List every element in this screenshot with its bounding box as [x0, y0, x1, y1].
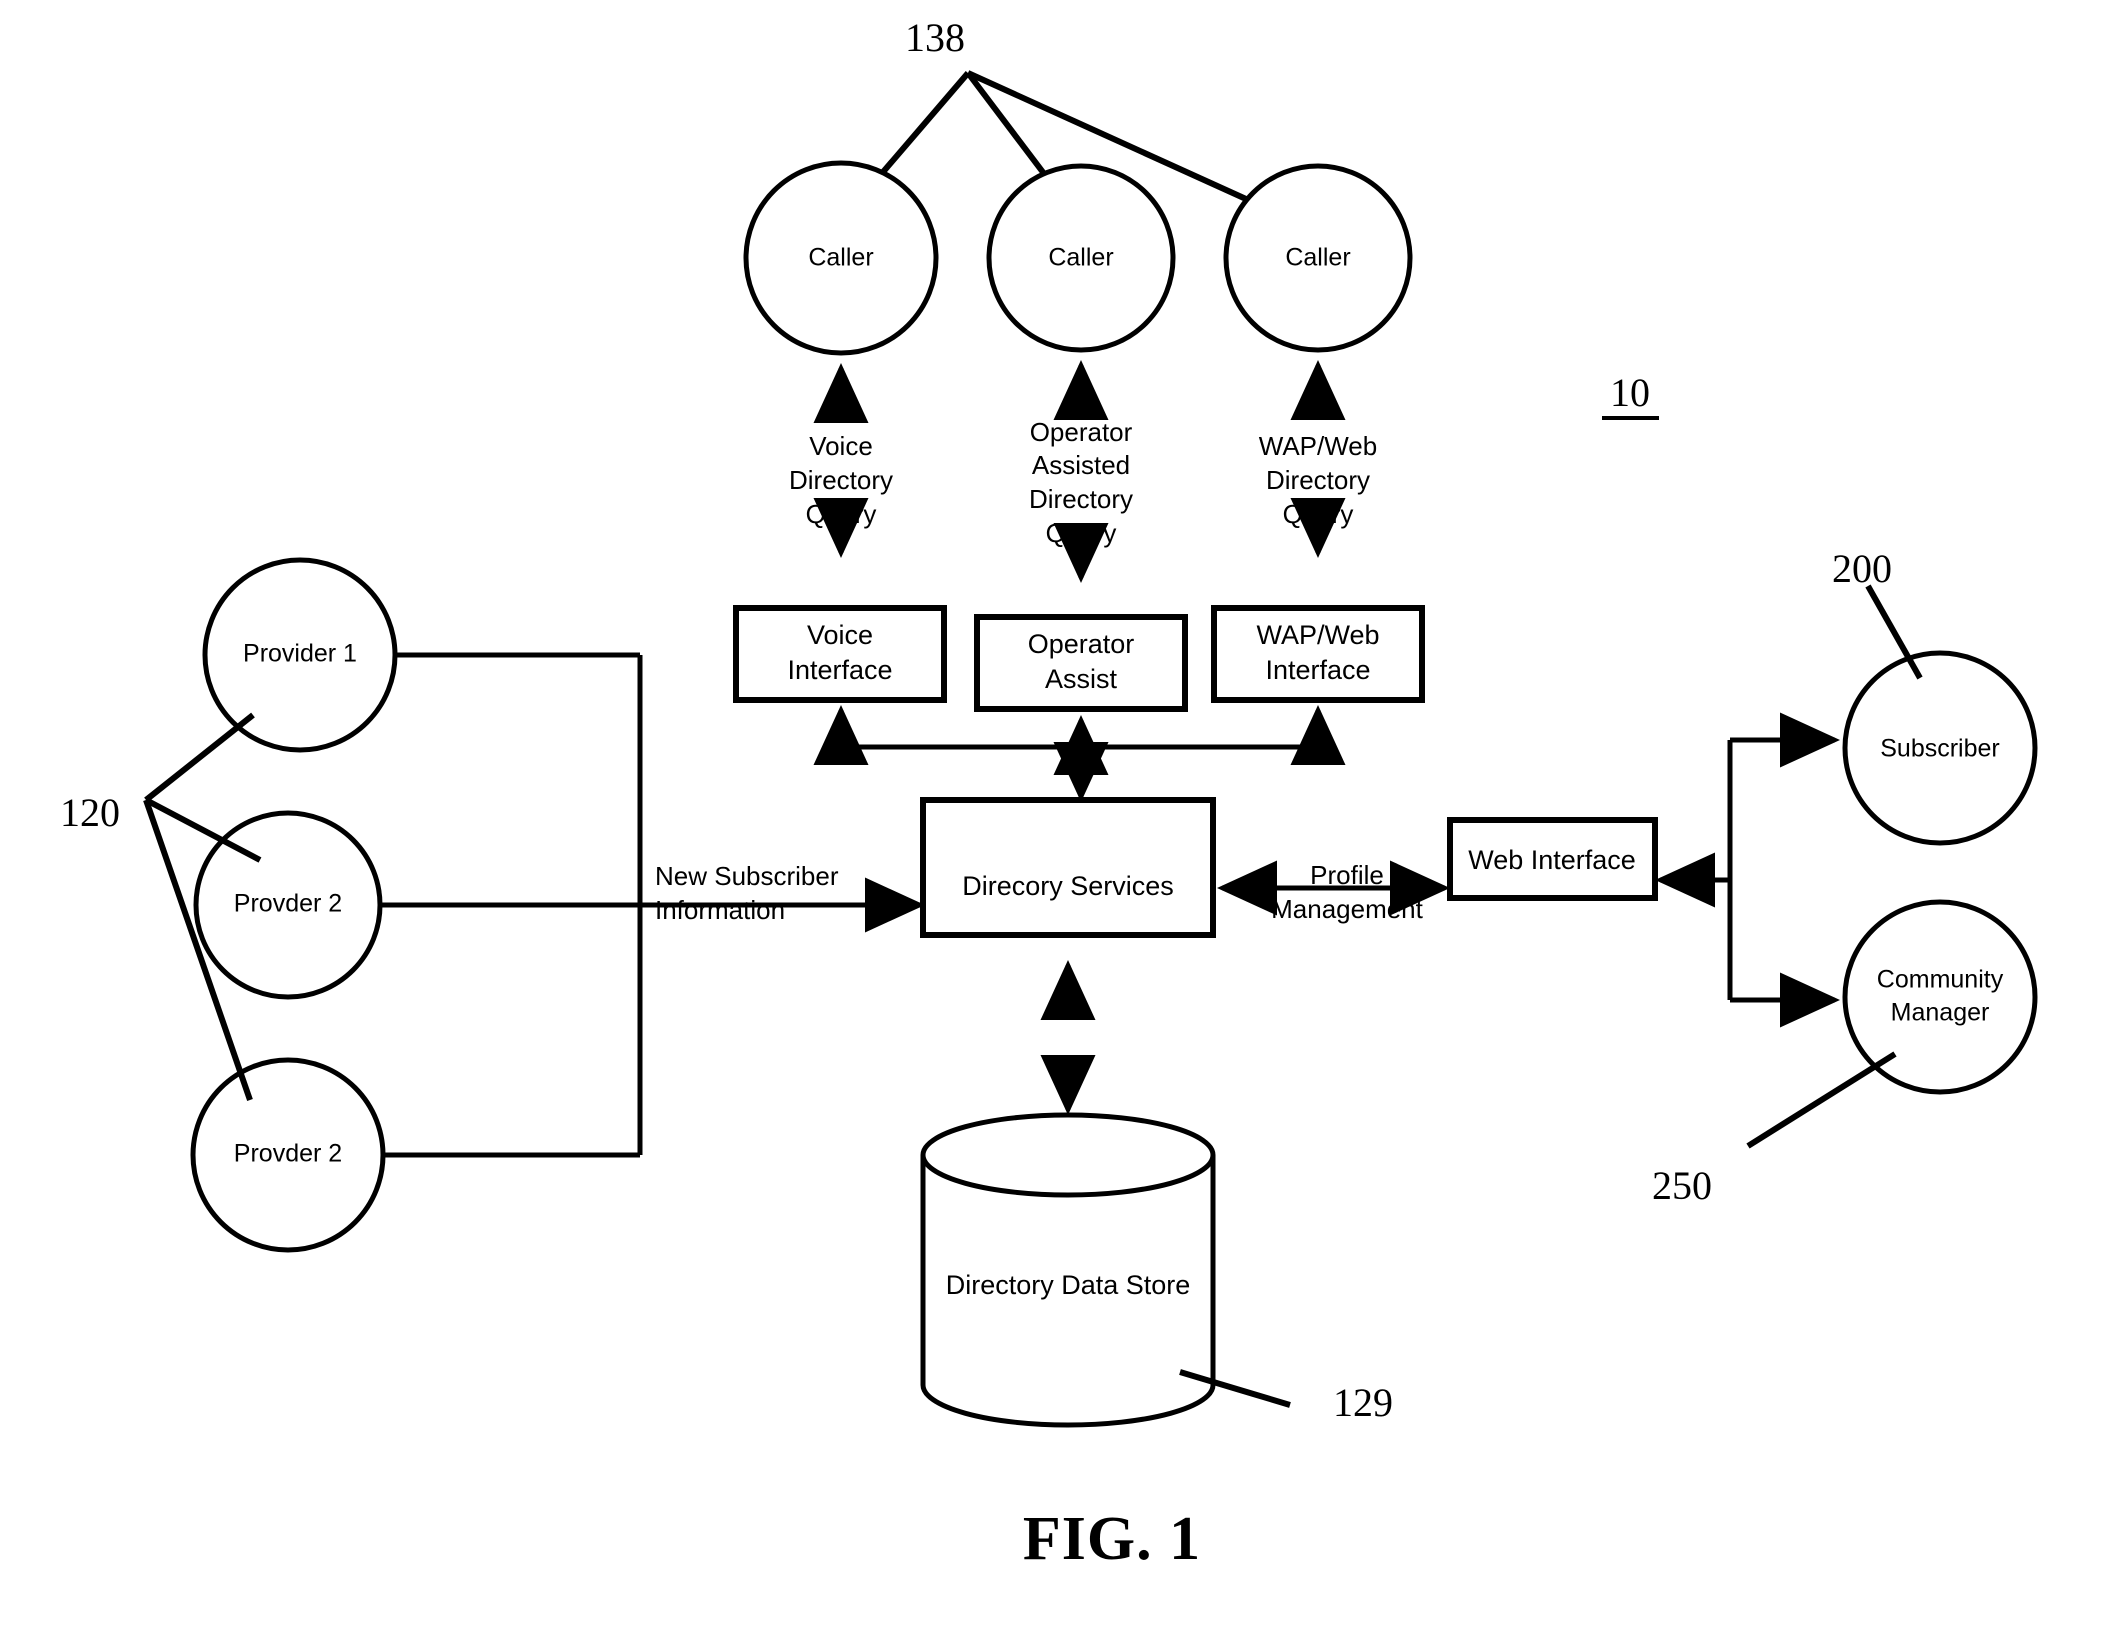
ref-numeral-10: 10 [1610, 370, 1650, 415]
caller-label: Caller [808, 244, 873, 272]
interface-label-line: WAP/Web [1256, 620, 1379, 650]
edge-label-line: Management [1271, 894, 1424, 924]
directory-services-box: Direcory Services [920, 797, 1216, 938]
directory-services-label: Direcory Services [962, 871, 1174, 901]
caller-node-2: Caller [986, 163, 1176, 353]
query-label-wapweb: WAP/Web Directory Query [1259, 431, 1377, 529]
caller-node-1: Caller [743, 160, 939, 356]
leader-line-250 [1746, 1051, 1897, 1149]
query-label-line: Operator [1030, 417, 1133, 447]
directory-data-store-cylinder: Directory Data Store [920, 1112, 1216, 1428]
community-manager-label: Community [1877, 966, 2004, 994]
query-label-operator: Operator Assisted Directory Query [1029, 417, 1133, 548]
caller-node-3: Caller [1223, 163, 1413, 353]
caller-label: Caller [1048, 244, 1113, 272]
edge-label-line: Information [655, 895, 785, 925]
interface-label-line: Interface [787, 655, 892, 685]
subscriber-bus [1655, 712, 1840, 1028]
query-label-line: Query [806, 499, 877, 529]
query-label-line: Assisted [1032, 450, 1130, 480]
query-label-line: Query [1283, 499, 1354, 529]
figure-caption: FIG. 1 [1023, 1505, 1201, 1573]
interface-bus [813, 705, 1346, 802]
query-label-voice: Voice Directory Query [789, 431, 893, 529]
interface-box-operator-assist: Operator Assist [974, 614, 1188, 712]
interface-label-line: Interface [1265, 655, 1370, 685]
subscriber-node: Subscriber [1842, 650, 2038, 846]
interface-label-line: Voice [807, 620, 873, 650]
edge-label-profile-management: Profile Management [1271, 860, 1424, 924]
edge-label-line: Profile [1310, 860, 1384, 890]
interface-box-voice: Voice Interface [733, 605, 947, 703]
provider-node-1: Provider 1 [202, 557, 398, 753]
community-manager-label: Manager [1891, 999, 1990, 1027]
ref-numeral-129: 129 [1333, 1380, 1393, 1425]
interface-label-line: Operator [1028, 629, 1135, 659]
diagram-canvas: 138 Caller Caller Caller Voice Directory… [60, 15, 2038, 1573]
ref-numeral-138: 138 [905, 15, 965, 60]
ref-numeral-250: 250 [1652, 1163, 1712, 1208]
web-interface-box: Web Interface [1447, 817, 1658, 901]
query-label-line: Directory [789, 465, 893, 495]
provider-node-3: Provder 2 [190, 1057, 386, 1253]
query-label-line: Directory [1029, 484, 1133, 514]
edge-label-line: New Subscriber [655, 861, 839, 891]
caller-label: Caller [1285, 244, 1350, 272]
query-label-line: WAP/Web [1259, 431, 1377, 461]
query-label-line: Directory [1266, 465, 1370, 495]
provider-label: Provider 1 [243, 640, 357, 668]
provider-label: Provder 2 [234, 890, 342, 918]
web-interface-label: Web Interface [1468, 845, 1636, 875]
community-manager-node: Community Manager [1842, 899, 2038, 1095]
ref-numeral-200: 200 [1832, 546, 1892, 591]
query-label-line: Voice [809, 431, 873, 461]
query-label-line: Query [1046, 518, 1117, 548]
system-ref-10: 10 [1602, 370, 1659, 420]
interface-box-wapweb: WAP/Web Interface [1211, 605, 1425, 703]
ref-numeral-120: 120 [60, 790, 120, 835]
patent-figure: 138 Caller Caller Caller Voice Directory… [0, 0, 2114, 1630]
subscriber-label: Subscriber [1880, 735, 2000, 763]
provider-label: Provder 2 [234, 1140, 342, 1168]
edge-label-new-subscriber: New Subscriber Information [655, 861, 839, 925]
interface-label-line: Assist [1045, 664, 1118, 694]
data-store-label: Directory Data Store [946, 1270, 1191, 1300]
